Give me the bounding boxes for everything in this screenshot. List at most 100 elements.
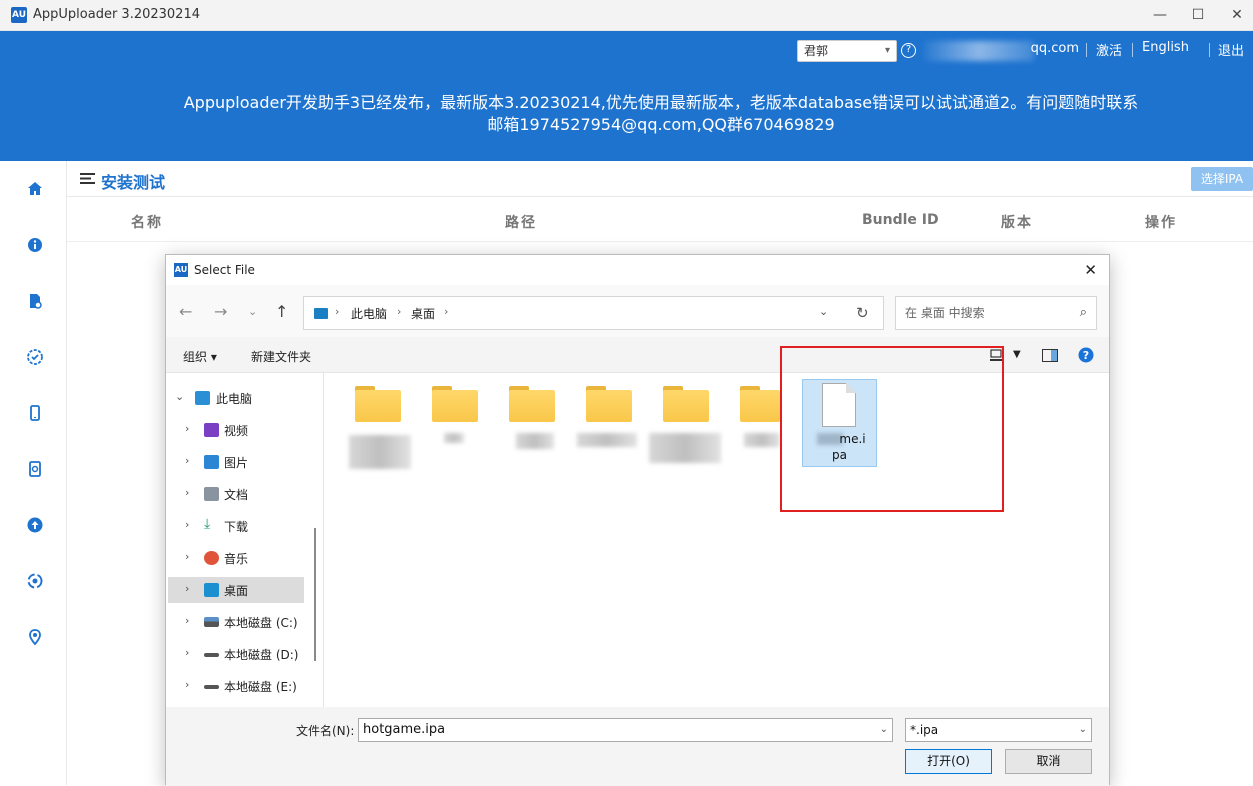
minimize-button[interactable]: — bbox=[1148, 4, 1172, 26]
tree-label: 桌面 bbox=[224, 584, 249, 598]
chevron-right-icon[interactable]: › bbox=[185, 550, 189, 563]
view-dropdown-icon[interactable]: ▼ bbox=[1013, 349, 1021, 360]
tree-scrollbar[interactable] bbox=[314, 528, 316, 661]
recent-chevron-icon[interactable]: ⌄ bbox=[248, 305, 257, 318]
breadcrumb-sep-icon: › bbox=[397, 305, 402, 318]
back-arrow-icon[interactable]: ← bbox=[179, 302, 192, 321]
close-window-button[interactable]: ✕ bbox=[1225, 4, 1249, 26]
chevron-right-icon[interactable]: › bbox=[185, 646, 189, 659]
address-dropdown-icon[interactable]: ⌄ bbox=[819, 305, 828, 318]
filetype-select[interactable]: *.ipa ⌄ bbox=[905, 718, 1092, 742]
new-folder-button[interactable]: 新建文件夹 bbox=[251, 348, 311, 365]
phone-icon[interactable] bbox=[25, 403, 45, 423]
organize-button[interactable]: 组织 ▾ bbox=[183, 348, 217, 365]
tree-label: 此电脑 bbox=[216, 392, 253, 406]
help-icon[interactable]: ? bbox=[1078, 347, 1094, 363]
refresh-icon[interactable]: ↻ bbox=[856, 304, 869, 322]
notice-line-1: Appuploader开发助手3已经发布，最新版本3.20230214,优先使用… bbox=[183, 93, 1139, 112]
tree-item-downloads[interactable]: › ⤓ 下载 bbox=[168, 513, 304, 539]
chevron-down-icon: ▾ bbox=[884, 45, 890, 56]
english-link[interactable]: English bbox=[1142, 40, 1189, 55]
chevron-down-icon[interactable]: ⌄ bbox=[175, 390, 184, 403]
tree-label: 文档 bbox=[224, 488, 249, 502]
open-button[interactable]: 打开(O) bbox=[905, 749, 992, 774]
tree-item-drive-c[interactable]: › 本地磁盘 (C:) bbox=[168, 609, 304, 635]
svg-text:?: ? bbox=[1083, 349, 1089, 362]
chevron-right-icon[interactable]: › bbox=[185, 422, 189, 435]
filename-value: hotgame.ipa bbox=[363, 722, 446, 737]
folder-icon[interactable] bbox=[663, 386, 709, 422]
device-refresh-icon[interactable] bbox=[25, 459, 45, 479]
up-arrow-icon[interactable]: ↑ bbox=[275, 302, 288, 321]
dialog-close-icon[interactable]: ✕ bbox=[1084, 261, 1097, 279]
folder-icon[interactable] bbox=[432, 386, 478, 422]
column-actions: 操作 bbox=[1145, 215, 1177, 231]
breadcrumb-this-pc[interactable]: 此电脑 bbox=[351, 305, 387, 322]
column-path: 路径 bbox=[505, 215, 537, 231]
pictures-icon bbox=[204, 455, 219, 469]
chevron-right-icon[interactable]: › bbox=[185, 454, 189, 467]
divider bbox=[1086, 43, 1087, 57]
window-titlebar: AU AppUploader 3.20230214 — ☐ ✕ bbox=[0, 0, 1253, 31]
maximize-button[interactable]: ☐ bbox=[1186, 4, 1210, 26]
breadcrumb-sep-icon: › bbox=[444, 305, 449, 318]
tree-label: 音乐 bbox=[224, 552, 249, 566]
breadcrumb-desktop[interactable]: 桌面 bbox=[411, 305, 435, 322]
chevron-right-icon[interactable]: › bbox=[185, 614, 189, 627]
tree-label: 下载 bbox=[224, 520, 249, 534]
drive-icon bbox=[204, 685, 219, 689]
chevron-right-icon[interactable]: › bbox=[185, 486, 189, 499]
computer-icon bbox=[195, 391, 210, 405]
chevron-right-icon[interactable]: › bbox=[185, 678, 189, 691]
tree-label: 本地磁盘 (D:) bbox=[224, 648, 299, 662]
select-ipa-button[interactable]: 选择IPA bbox=[1191, 167, 1253, 191]
redacted-blur bbox=[444, 433, 464, 443]
tree-item-videos[interactable]: › 视频 bbox=[168, 417, 304, 443]
tree-item-desktop[interactable]: › 桌面 bbox=[168, 577, 304, 603]
tree-item-pictures[interactable]: › 图片 bbox=[168, 449, 304, 475]
search-input[interactable]: 在 桌面 中搜索 ⌕ bbox=[895, 296, 1097, 330]
column-version: 版本 bbox=[1001, 215, 1033, 231]
tree-item-this-pc[interactable]: ⌄ 此电脑 bbox=[168, 385, 304, 411]
column-name: 名称 bbox=[131, 215, 163, 231]
dialog-logo: AU bbox=[174, 263, 188, 277]
folder-icon[interactable] bbox=[509, 386, 555, 422]
chevron-down-icon[interactable]: ⌄ bbox=[1079, 719, 1087, 741]
forward-arrow-icon[interactable]: → bbox=[214, 302, 227, 321]
menu-icon[interactable] bbox=[80, 172, 95, 185]
download-icon: ⤓ bbox=[204, 516, 211, 532]
location-icon[interactable] bbox=[25, 627, 45, 647]
table-header: 名称 路径 Bundle ID 版本 操作 bbox=[67, 197, 1253, 242]
account-select[interactable]: 君郭 ▾ bbox=[797, 40, 897, 62]
dialog-footer: 文件名(N): hotgame.ipa ⌄ *.ipa ⌄ 打开(O) 取消 bbox=[166, 707, 1109, 786]
tree-item-documents[interactable]: › 文档 bbox=[168, 481, 304, 507]
help-icon[interactable]: ? bbox=[901, 43, 916, 58]
certificate-icon[interactable] bbox=[25, 291, 45, 311]
info-icon[interactable] bbox=[25, 235, 45, 255]
select-file-dialog: AU Select File ✕ ← → ⌄ ↑ › 此电脑 › 桌面 › ⌄ … bbox=[165, 254, 1110, 786]
logout-link[interactable]: 退出 bbox=[1218, 40, 1244, 59]
desktop-icon bbox=[204, 583, 219, 597]
folder-icon[interactable] bbox=[740, 386, 780, 422]
cancel-button[interactable]: 取消 bbox=[1005, 749, 1092, 774]
tree-item-drive-e[interactable]: › 本地磁盘 (E:) bbox=[168, 673, 304, 699]
chevron-right-icon[interactable]: › bbox=[185, 582, 189, 595]
chevron-down-icon[interactable]: ⌄ bbox=[880, 719, 888, 741]
address-bar[interactable]: › 此电脑 › 桌面 › ⌄ ↻ bbox=[303, 296, 884, 330]
check-badge-icon[interactable] bbox=[25, 347, 45, 367]
divider bbox=[1209, 43, 1210, 57]
folder-icon[interactable] bbox=[355, 386, 401, 422]
folder-icon[interactable] bbox=[586, 386, 632, 422]
tree-item-drive-d[interactable]: › 本地磁盘 (D:) bbox=[168, 641, 304, 667]
tree-item-music[interactable]: › 音乐 bbox=[168, 545, 304, 571]
tree-label: 本地磁盘 (E:) bbox=[224, 680, 297, 694]
home-icon[interactable] bbox=[25, 179, 45, 199]
preview-pane-icon[interactable] bbox=[1042, 349, 1058, 362]
upload-icon[interactable] bbox=[25, 515, 45, 535]
activate-link[interactable]: 激活 bbox=[1096, 40, 1122, 59]
redacted-blur bbox=[577, 433, 637, 447]
account-select-value: 君郭 bbox=[804, 44, 829, 58]
chevron-right-icon[interactable]: › bbox=[185, 518, 189, 531]
filename-input[interactable]: hotgame.ipa ⌄ bbox=[358, 718, 893, 742]
sync-icon[interactable] bbox=[25, 571, 45, 591]
